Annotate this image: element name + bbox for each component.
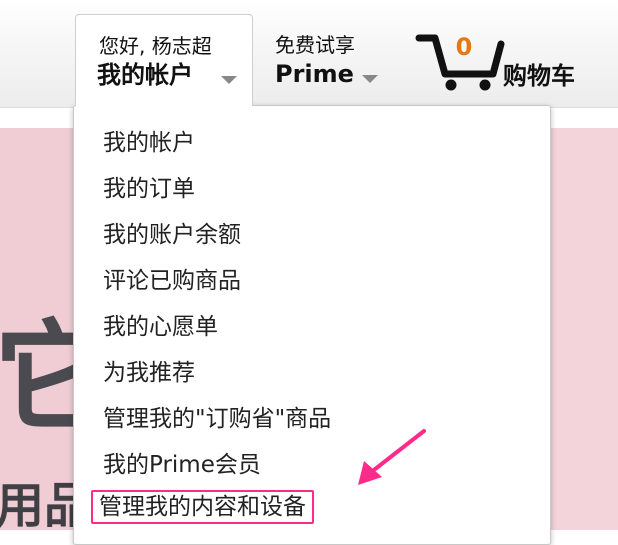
account-dropdown-menu: 我的帐户 我的订单 我的账户余额 评论已购商品 我的心愿单 为我推荐 管理我的"… <box>73 105 551 545</box>
prime-line1: 免费试享 <box>275 33 355 57</box>
menu-item-review-purchases[interactable]: 评论已购商品 <box>103 266 241 296</box>
menu-item-wishlist[interactable]: 我的心愿单 <box>103 312 218 342</box>
top-navigation-bar: 您好, 杨志超 我的帐户 免费试享 Prime 0 购物车 <box>0 0 618 108</box>
menu-item-subscribe-save[interactable]: 管理我的"订购省"商品 <box>103 404 331 434</box>
prime-line2: Prime <box>275 60 354 88</box>
cart-link[interactable]: 0 购物车 <box>415 14 595 100</box>
chevron-down-icon <box>362 75 378 83</box>
chevron-down-icon <box>221 76 237 84</box>
annotation-arrow-icon <box>358 429 426 485</box>
background-banner-right <box>551 128 618 530</box>
account-menu-trigger[interactable]: 您好, 杨志超 我的帐户 <box>75 14 253 106</box>
prime-trial-link[interactable]: 免费试享 Prime <box>265 14 395 100</box>
menu-item-my-account[interactable]: 我的帐户 <box>103 128 195 158</box>
account-label: 我的帐户 <box>97 61 193 89</box>
cart-count: 0 <box>455 33 473 61</box>
menu-item-recommendations[interactable]: 为我推荐 <box>103 358 195 388</box>
menu-item-manage-content-devices[interactable]: 管理我的内容和设备 <box>91 490 314 524</box>
menu-item-account-balance[interactable]: 我的账户余额 <box>103 220 241 250</box>
menu-item-my-orders[interactable]: 我的订单 <box>103 174 195 204</box>
account-greeting: 您好, 杨志超 <box>99 34 212 58</box>
cart-label: 购物车 <box>503 62 575 90</box>
menu-item-prime-membership[interactable]: 我的Prime会员 <box>103 450 261 480</box>
